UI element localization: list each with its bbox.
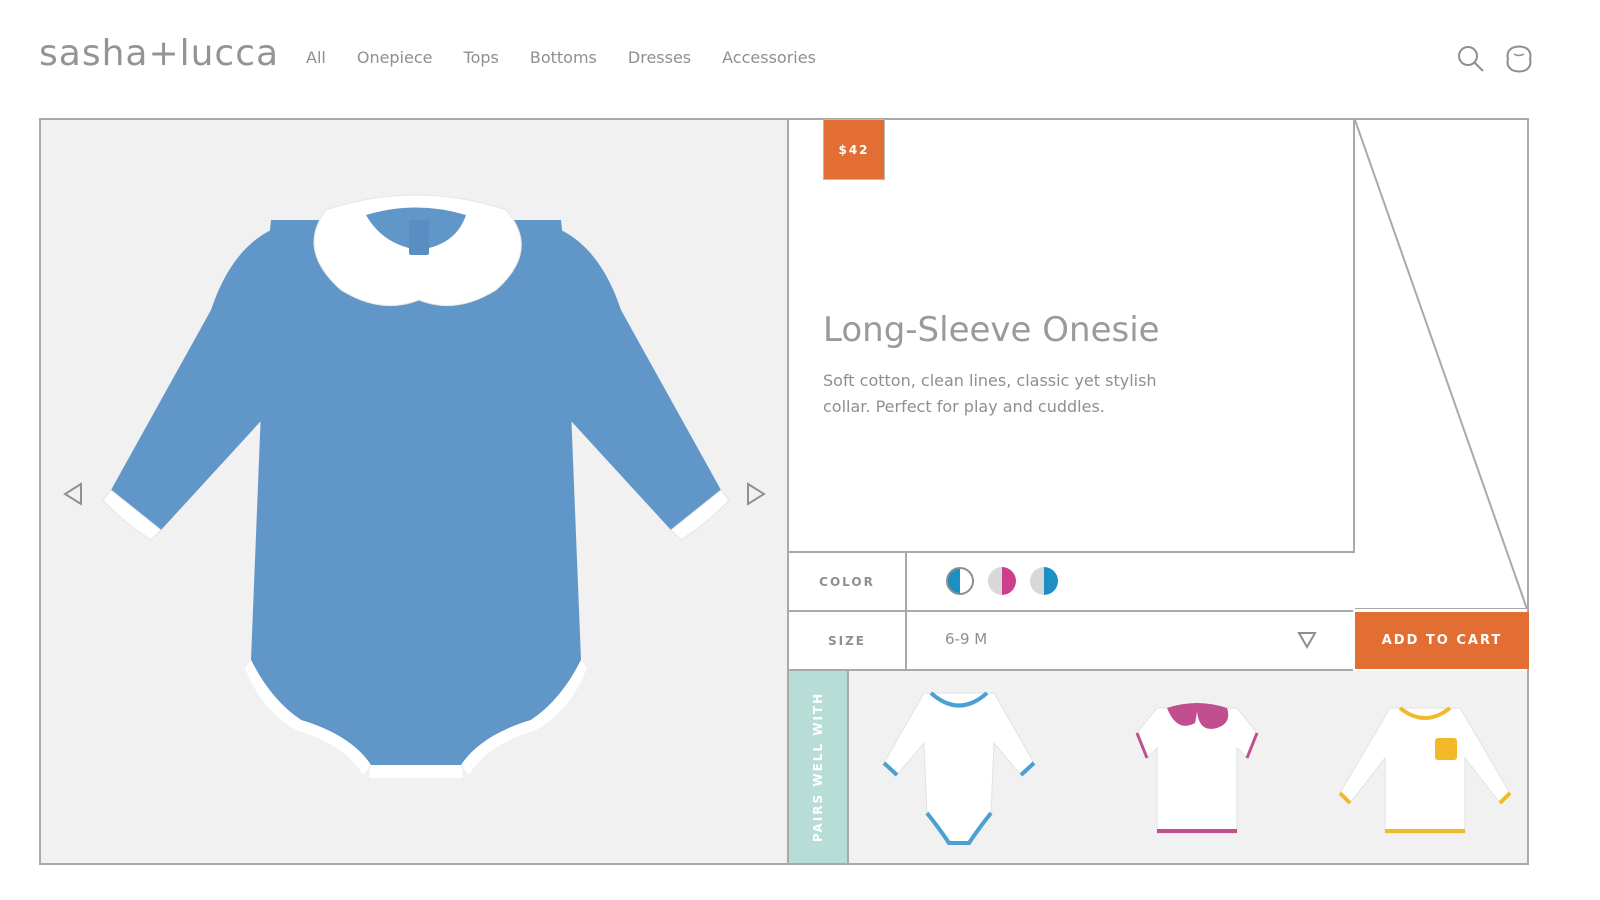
- pair-item-pink-collar-tee[interactable]: [1107, 683, 1287, 853]
- product-image: [102, 194, 730, 778]
- product-description: Soft cotton, clean lines, classic yet st…: [823, 371, 1157, 416]
- add-to-cart-button[interactable]: ADD TO CART: [1355, 612, 1529, 669]
- swatch-blue-grey[interactable]: [1030, 567, 1058, 595]
- nav-tops[interactable]: Tops: [464, 48, 499, 67]
- pairs-well-with: PAIRS WELL WITH: [789, 671, 1527, 863]
- next-arrow-icon[interactable]: [744, 480, 768, 508]
- nav-all[interactable]: All: [306, 48, 326, 67]
- size-label: SIZE: [789, 612, 907, 669]
- pair-item-yellow-pocket-tee[interactable]: [1335, 683, 1515, 853]
- brand-logo[interactable]: sasha+lucca: [39, 33, 279, 74]
- color-swatches: [946, 567, 1058, 595]
- decorative-triangle: [1355, 120, 1527, 609]
- pair-item-blue-trim-onesie[interactable]: [869, 683, 1049, 853]
- product-gallery: [41, 120, 789, 863]
- swatch-pink-grey[interactable]: [988, 567, 1016, 595]
- product-info: $42 Long-Sleeve Onesie Soft cotton, clea…: [789, 119, 1355, 553]
- nav-onepiece[interactable]: Onepiece: [357, 48, 433, 67]
- product-title: Long-Sleeve Onesie: [823, 310, 1160, 350]
- color-row: COLOR: [789, 553, 1353, 612]
- swatch-blue-white[interactable]: [946, 567, 974, 595]
- main-nav: All Onepiece Tops Bottoms Dresses Access…: [306, 48, 816, 67]
- price-badge: $42: [823, 119, 885, 180]
- nav-accessories[interactable]: Accessories: [722, 48, 816, 67]
- product-frame: $42 Long-Sleeve Onesie Soft cotton, clea…: [39, 118, 1529, 865]
- color-label: COLOR: [789, 553, 907, 610]
- bag-icon[interactable]: [1504, 44, 1534, 74]
- size-row: SIZE 6-9 M: [789, 612, 1353, 671]
- search-icon[interactable]: [1456, 44, 1486, 74]
- pairs-label-text: PAIRS WELL WITH: [811, 691, 825, 843]
- size-select-value[interactable]: 6-9 M: [945, 630, 987, 648]
- prev-arrow-icon[interactable]: [61, 480, 85, 508]
- nav-dresses[interactable]: Dresses: [628, 48, 691, 67]
- dropdown-triangle-icon[interactable]: [1297, 630, 1317, 650]
- nav-bottoms[interactable]: Bottoms: [530, 48, 597, 67]
- pairs-label: PAIRS WELL WITH: [789, 671, 849, 863]
